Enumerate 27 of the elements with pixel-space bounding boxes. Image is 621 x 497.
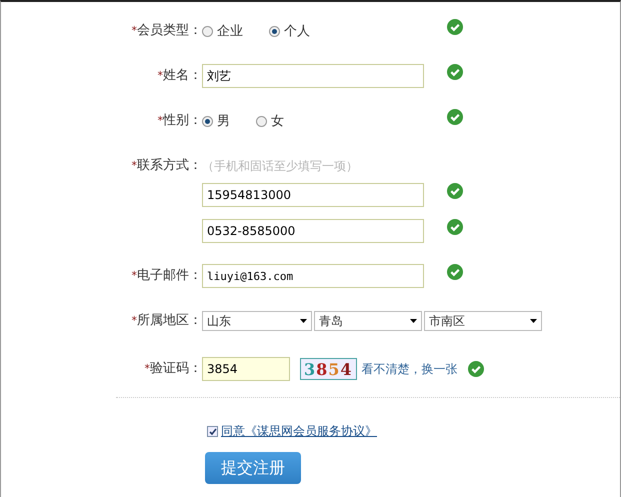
field-label: *性别： bbox=[156, 112, 202, 130]
agreement-link[interactable]: 同意《谋思网会员服务协议》 bbox=[221, 423, 377, 440]
caret-icon bbox=[300, 319, 307, 323]
field-label: *姓名： bbox=[156, 67, 202, 85]
radio-option[interactable]: 企业 bbox=[202, 22, 243, 40]
caret-icon bbox=[530, 319, 537, 323]
phone-field[interactable]: 0532-8585000 bbox=[202, 219, 424, 243]
phone-field[interactable]: 15954813000 bbox=[202, 183, 424, 207]
radio-option[interactable]: 男 bbox=[202, 112, 230, 130]
agreement-checkbox[interactable] bbox=[207, 426, 218, 437]
field-label: *联系方式： bbox=[130, 157, 202, 175]
caret-icon bbox=[410, 319, 417, 323]
field-label: *电子邮件： bbox=[130, 267, 202, 285]
refresh-captcha-link[interactable]: 看不清楚，换一张 bbox=[362, 360, 458, 378]
text-field[interactable]: liuyi@163.com bbox=[202, 264, 424, 288]
field-label: *会员类型： bbox=[130, 22, 202, 40]
field-label: *所属地区： bbox=[130, 312, 202, 330]
captcha-image: 3854 bbox=[300, 358, 357, 380]
dropdown[interactable]: 市南区 bbox=[424, 311, 542, 331]
radio-option[interactable]: 个人 bbox=[269, 22, 310, 40]
dropdown[interactable]: 青岛 bbox=[314, 311, 422, 331]
hint-text: （手机和固话至少填写一项） bbox=[202, 158, 358, 175]
dropdown[interactable]: 山东 bbox=[202, 311, 312, 331]
captcha-field[interactable]: 3854 bbox=[202, 357, 290, 381]
field-label: *验证码： bbox=[144, 360, 202, 378]
radio-option[interactable]: 女 bbox=[256, 112, 284, 130]
text-field[interactable]: 刘艺 bbox=[202, 64, 424, 88]
